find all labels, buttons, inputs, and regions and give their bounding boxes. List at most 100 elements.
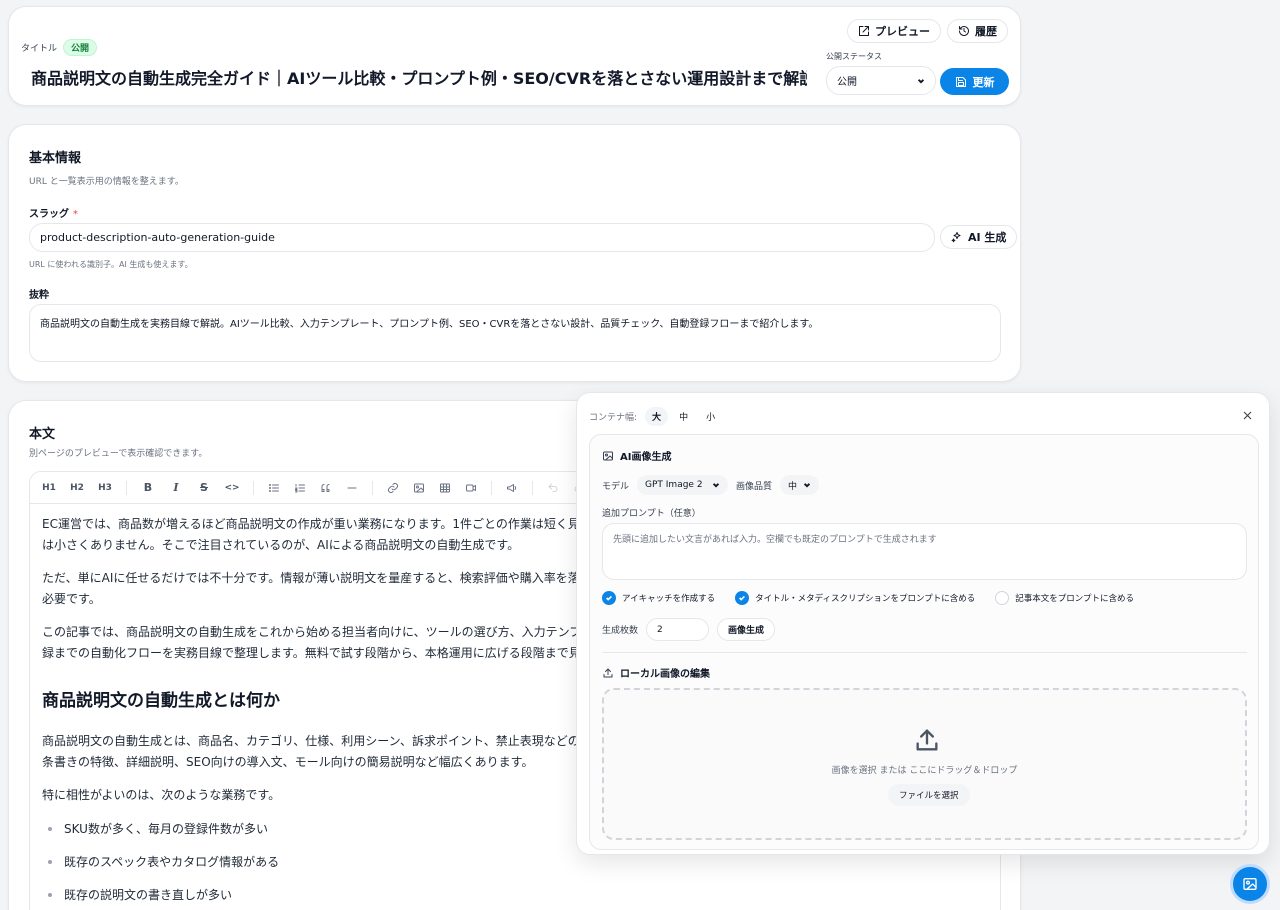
toolbar-divider — [532, 480, 533, 495]
toolbar-divider — [126, 480, 127, 495]
slug-input-value: product-description-auto-generation-guid… — [40, 231, 275, 244]
excerpt-value: 商品説明文の自動生成を実務目線で解説。AIツール比較、入力テンプレート、プロンプ… — [40, 319, 819, 330]
update-button[interactable]: 更新 — [940, 68, 1009, 95]
prompt-placeholder: 先頭に追加したい文言があれば入力。空欄でも既定のプロンプトで生成されます — [613, 535, 937, 545]
image-icon[interactable] — [413, 482, 425, 494]
paragraph-line: 録までの自動化フローを実務目線で整理します。無料で試す段階から、本格運用に広げる… — [42, 646, 605, 660]
italic-button[interactable]: I — [169, 481, 183, 495]
check-icon — [739, 595, 746, 601]
basic-info-title: 基本情報 — [29, 151, 82, 166]
image-panel: コンテナ幅: 大 中 小 AI画像生成 モデル GPT Image 2 画像品質… — [576, 392, 1270, 855]
include-title-checkbox-label: タイトル・メタディスクリプションをプロンプトに含める — [755, 594, 976, 604]
size-option-small[interactable]: 小 — [699, 407, 722, 426]
ai-generate-label: AI 生成 — [968, 231, 1007, 244]
sparkles-icon — [951, 232, 961, 243]
paragraph-line: 商品説明文の自動生成とは、商品名、カテゴリ、仕様、利用シーン、訴求ポイント、禁止… — [42, 734, 604, 748]
container-width-label: コンテナ幅: — [589, 413, 638, 423]
ai-image-section: AI画像生成 モデル GPT Image 2 画像品質 中 追加プロンプト（任意… — [589, 434, 1259, 850]
list-item: 既存の説明文の書き直しが多い — [42, 886, 988, 903]
prompt-label: 追加プロンプト（任意） — [602, 509, 701, 519]
close-icon[interactable] — [1242, 410, 1253, 421]
upload-icon — [603, 668, 613, 677]
undo-icon[interactable] — [547, 482, 559, 494]
eyecatch-checkbox[interactable] — [602, 591, 616, 605]
generate-image-button[interactable]: 画像生成 — [717, 618, 776, 641]
image-icon — [1243, 878, 1257, 890]
count-label: 生成枚数 — [602, 626, 639, 636]
ai-image-title: AI画像生成 — [620, 452, 672, 463]
title-label: タイトル — [21, 44, 58, 54]
required-mark: * — [72, 209, 78, 220]
paragraph-line: ただ、単にAIに任せるだけでは不十分です。情報が薄い説明文を量産すると、検索評価… — [42, 571, 604, 585]
video-icon[interactable] — [465, 482, 477, 494]
choose-file-button[interactable]: ファイルを選択 — [888, 784, 970, 806]
prompt-textarea[interactable]: 先頭に追加したい文言があれば入力。空欄でも既定のプロンプトで生成されます — [602, 523, 1247, 580]
slug-input[interactable]: product-description-auto-generation-guid… — [29, 223, 935, 252]
basic-info-card: 基本情報 URL と一覧表示用の情報を整えます。 スラッグ * product-… — [8, 124, 1021, 382]
chevron-down-icon — [712, 483, 720, 488]
excerpt-label: 抜粋 — [29, 290, 49, 301]
quality-select[interactable]: 中 — [780, 475, 820, 495]
history-label: 履歴 — [975, 25, 997, 38]
status-badge: 公開 — [63, 39, 98, 56]
include-title-checkbox[interactable] — [735, 591, 750, 605]
history-button[interactable]: 履歴 — [947, 19, 1008, 43]
toolbar-divider — [372, 480, 373, 495]
include-body-checkbox[interactable] — [995, 591, 1010, 605]
excerpt-textarea[interactable]: 商品説明文の自動生成を実務目線で解説。AIツール比較、入力テンプレート、プロンプ… — [29, 304, 1001, 362]
code-button[interactable]: <> — [224, 481, 239, 495]
paragraph-line: この記事では、商品説明文の自動生成をこれから始める担当者向けに、ツールの選び方、… — [42, 625, 606, 639]
status-select[interactable]: 公開 — [826, 66, 936, 95]
size-option-large[interactable]: 大 — [645, 407, 669, 426]
model-label: モデル — [602, 481, 630, 492]
link-icon[interactable] — [387, 482, 399, 494]
heading2-button[interactable]: H2 — [70, 481, 84, 495]
list-item: 既存のスペック表やカタログ情報がある — [42, 853, 988, 870]
megaphone-icon[interactable] — [506, 482, 518, 494]
model-select[interactable]: GPT Image 2 — [637, 475, 729, 495]
slug-ai-generate-button[interactable]: AI 生成 — [940, 225, 1018, 249]
paragraph-line: は小さくありません。そこで注目されているのが、AIによる商品説明文の自動生成です… — [42, 538, 520, 552]
count-input[interactable]: 2 — [646, 618, 710, 641]
strike-button[interactable]: S — [197, 481, 211, 495]
preview-button[interactable]: プレビュー — [847, 19, 941, 43]
preview-label: プレビュー — [875, 25, 930, 38]
bullet-list-icon[interactable] — [268, 482, 280, 494]
save-icon — [955, 76, 966, 87]
chevron-down-icon — [803, 483, 811, 488]
image-panel-toggle-button[interactable] — [1230, 864, 1270, 904]
horizontal-rule-icon[interactable] — [346, 482, 358, 494]
local-image-title: ローカル画像の編集 — [620, 669, 710, 680]
heading1-button[interactable]: H1 — [42, 481, 56, 495]
basic-info-subtitle: URL と一覧表示用の情報を整えます。 — [29, 177, 184, 187]
title-input[interactable]: 商品説明文の自動生成完全ガイド｜AIツール比較・プロンプト例・SEO/CVRを落… — [31, 65, 807, 91]
body-subtitle: 別ページのプレビューで表示確認できます。 — [29, 449, 208, 459]
header-card: タイトル 公開 商品説明文の自動生成完全ガイド｜AIツール比較・プロンプト例・S… — [8, 6, 1021, 106]
bold-button[interactable]: B — [141, 481, 155, 495]
count-input-value: 2 — [657, 624, 663, 635]
status-select-value: 公開 — [837, 77, 857, 88]
slug-label-row: スラッグ * — [29, 205, 78, 220]
table-icon[interactable] — [439, 482, 451, 494]
heading3-button[interactable]: H3 — [98, 481, 112, 495]
check-icon — [606, 595, 612, 601]
toolbar-divider — [491, 480, 492, 495]
generate-image-label: 画像生成 — [728, 626, 765, 636]
paragraph-line: 必要です。 — [42, 592, 101, 606]
eyecatch-checkbox-label: アイキャッチを作成する — [622, 594, 716, 604]
status-label: 公開ステータス — [826, 52, 882, 61]
quality-label: 画像品質 — [736, 481, 773, 492]
choose-file-label: ファイルを選択 — [899, 791, 959, 801]
slug-help-text: URL に使われる識別子。AI 生成も使えます。 — [29, 260, 193, 269]
divider — [602, 652, 1247, 653]
slug-label: スラッグ — [29, 209, 69, 220]
size-option-medium[interactable]: 中 — [672, 407, 695, 426]
history-icon — [959, 26, 969, 36]
ordered-list-icon[interactable] — [294, 482, 306, 494]
paragraph-line: 条書きの特徴、詳細説明、SEO向けの導入文、モール向けの簡易説明など幅広くありま… — [42, 755, 534, 769]
body-title: 本文 — [29, 427, 56, 442]
dropzone[interactable]: 画像を選択 または ここにドラッグ＆ドロップ ファイルを選択 — [602, 688, 1247, 840]
quote-icon[interactable] — [320, 482, 332, 494]
toolbar-divider — [253, 480, 254, 495]
external-link-icon — [859, 26, 869, 36]
